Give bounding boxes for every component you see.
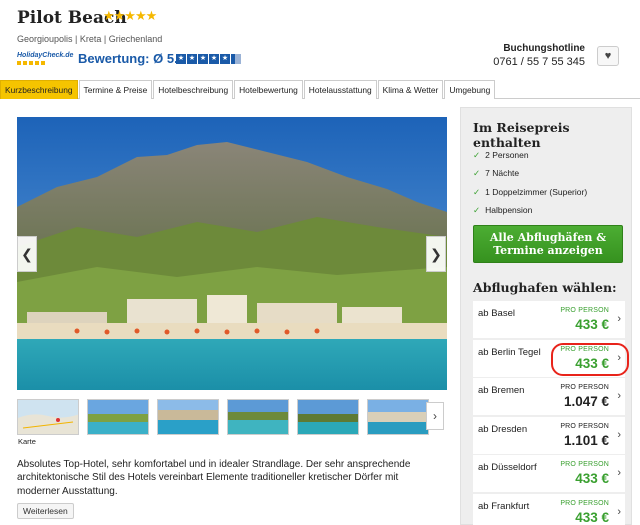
list-item: ✓ 1 Doppelzimmer (Superior) (473, 186, 587, 204)
per-person-label: PRO PERSON (560, 461, 609, 468)
per-person-label: PRO PERSON (560, 422, 609, 430)
included-list: ✓ 2 Personen ✓ 7 Nächte ✓ 1 Doppelzimmer (S… (473, 149, 587, 222)
rating-box: ★ (176, 54, 186, 64)
rating-box: ★ (198, 54, 208, 64)
check-icon: ✓ (473, 186, 481, 197)
airport-price: 1.101 € (563, 432, 609, 448)
chevron-right-icon: ❯ (430, 246, 442, 262)
per-person-label: PRO PERSON (560, 307, 609, 314)
heart-icon: ♥ (604, 50, 612, 62)
cta-line-2: Termine anzeigen (493, 244, 603, 257)
holidaycheck-logo-dots (17, 61, 47, 65)
map-label: Karte (18, 437, 36, 446)
airport-name: ab Dresden (478, 423, 528, 435)
hotel-photo-graphic (17, 117, 447, 390)
booking-hotline: Buchungshotline 0761 / 55 7 55 345 (493, 43, 585, 68)
map-thumbnail-graphic (18, 400, 78, 434)
included-item-label: Halbpension (485, 204, 533, 215)
hotel-stars: ★★★★★ (103, 8, 157, 23)
hotel-location: Georgioupolis | Kreta | Griechenland (17, 34, 163, 44)
airport-row-bremen[interactable]: ab Bremen PRO PERSON 1.047 € › (473, 378, 625, 415)
airport-price: 1.047 € (563, 394, 609, 409)
chevron-right-icon: › (617, 505, 621, 518)
tab-hotelausstattung[interactable]: Hotelausstattung (303, 80, 377, 99)
thumbnail-photo[interactable] (227, 399, 289, 435)
hotel-header: Pilot Beach ★★★★★ Georgioupolis | Kreta … (0, 0, 640, 80)
list-item: ✓ 2 Personen (473, 149, 587, 167)
hotel-tabs: Kurzbeschreibung Termine & Preise Hotelb… (0, 80, 640, 99)
airport-price: 433 € (575, 471, 609, 486)
airport-name: ab Bremen (478, 385, 525, 396)
highlight-annotation (551, 343, 629, 376)
check-icon: ✓ (473, 150, 481, 160)
thumbnails-next-button[interactable]: › (426, 402, 444, 430)
chevron-right-icon: › (617, 428, 621, 441)
airport-price: 433 € (575, 317, 609, 332)
airport-list: ab Basel PRO PERSON 433 € › ab Berlin Te… (473, 301, 625, 525)
cta-line-1: Alle Abflughäfen & (489, 231, 607, 244)
included-title: Im Reisepreis enthalten (473, 120, 570, 150)
airports-title: Abflughafen wählen: (473, 280, 617, 295)
holidaycheck-logo[interactable]: HolidayCheck.de (17, 52, 74, 66)
thumbnail-graphic (298, 400, 358, 434)
gallery-next-button[interactable]: ❯ (426, 236, 446, 272)
thumbnail-photo[interactable] (157, 399, 219, 435)
thumbnail-graphic (368, 400, 428, 434)
list-item: ✓ 7 Nächte (473, 167, 587, 185)
check-icon: ✓ (473, 168, 481, 179)
holidaycheck-logo-text: HolidayCheck.de (17, 52, 74, 59)
airport-row-duesseldorf[interactable]: ab Düsseldorf PRO PERSON 433 € › (473, 455, 625, 492)
thumbnail-photo[interactable] (367, 399, 429, 435)
tab-termine-preise[interactable]: Termine & Preise (78, 80, 153, 99)
rating-box: ★ (187, 54, 197, 64)
chevron-right-icon: › (617, 390, 621, 402)
favorite-button[interactable]: ♥ (597, 46, 619, 66)
hotline-title: Buchungshotline (503, 43, 585, 54)
thumbnail-graphic (88, 400, 148, 434)
gallery-thumbnails (17, 399, 429, 435)
hotline-number[interactable]: 0761 / 55 7 55 345 (493, 56, 585, 68)
included-item-label: 7 Nächte (485, 168, 520, 179)
airport-row-basel[interactable]: ab Basel PRO PERSON 433 € › (473, 301, 625, 338)
rating-box (231, 54, 241, 64)
airport-row-frankfurt[interactable]: ab Frankfurt PRO PERSON 433 € › (473, 493, 625, 525)
thumbnail-graphic (158, 400, 218, 434)
tab-umgebung[interactable]: Umgebung (444, 80, 496, 99)
airport-row-dresden[interactable]: ab Dresden PRO PERSON 1.101 € › (473, 416, 625, 454)
chevron-right-icon: › (617, 313, 621, 325)
tab-hotelbewertung[interactable]: Hotelbewertung (234, 80, 303, 99)
rating-label: Bewertung: Ø 5.4 (78, 51, 185, 66)
airport-name: ab Düsseldorf (478, 462, 537, 473)
chevron-right-icon: › (433, 409, 437, 423)
hotel-description: Absolutes Top-Hotel, sehr komfortabel un… (17, 459, 411, 497)
per-person-label: PRO PERSON (560, 499, 609, 507)
read-more-button[interactable]: Weiterlesen (17, 503, 74, 519)
tab-klima-wetter[interactable]: Klima & Wetter (377, 80, 444, 99)
rating-box: ★ (220, 54, 230, 64)
per-person-label: PRO PERSON (560, 384, 609, 391)
all-airports-button[interactable]: Alle Abflughäfen & Termine anzeigen (473, 225, 623, 263)
airport-price: 433 € (575, 509, 609, 525)
airport-name: ab Frankfurt (478, 500, 530, 512)
thumbnail-graphic (228, 400, 288, 434)
hotel-main-photo (17, 117, 447, 390)
thumbnail-map[interactable] (17, 399, 79, 435)
chevron-left-icon: ❮ (21, 246, 33, 262)
included-item-label: 1 Doppelzimmer (Superior) (485, 186, 588, 197)
gallery-prev-button[interactable]: ❮ (17, 236, 37, 272)
list-item: ✓ Halbpension (473, 204, 587, 222)
tab-hotelbeschreibung[interactable]: Hotelbeschreibung (153, 80, 234, 99)
included-item-label: 2 Personen (485, 150, 529, 160)
check-icon: ✓ (473, 204, 481, 215)
tab-kurzbeschreibung[interactable]: Kurzbeschreibung (0, 80, 78, 99)
rating-box: ★ (209, 54, 219, 64)
thumbnail-photo[interactable] (87, 399, 149, 435)
thumbnail-photo[interactable] (297, 399, 359, 435)
airport-name: ab Berlin Tegel (478, 346, 541, 358)
price-sidebar: Im Reisepreis enthalten ✓ 2 Personen ✓ 7 N… (460, 107, 632, 525)
chevron-right-icon: › (617, 467, 621, 479)
airport-name: ab Basel (478, 308, 515, 319)
rating-score-bar: ★ ★ ★ ★ ★ (176, 54, 241, 64)
